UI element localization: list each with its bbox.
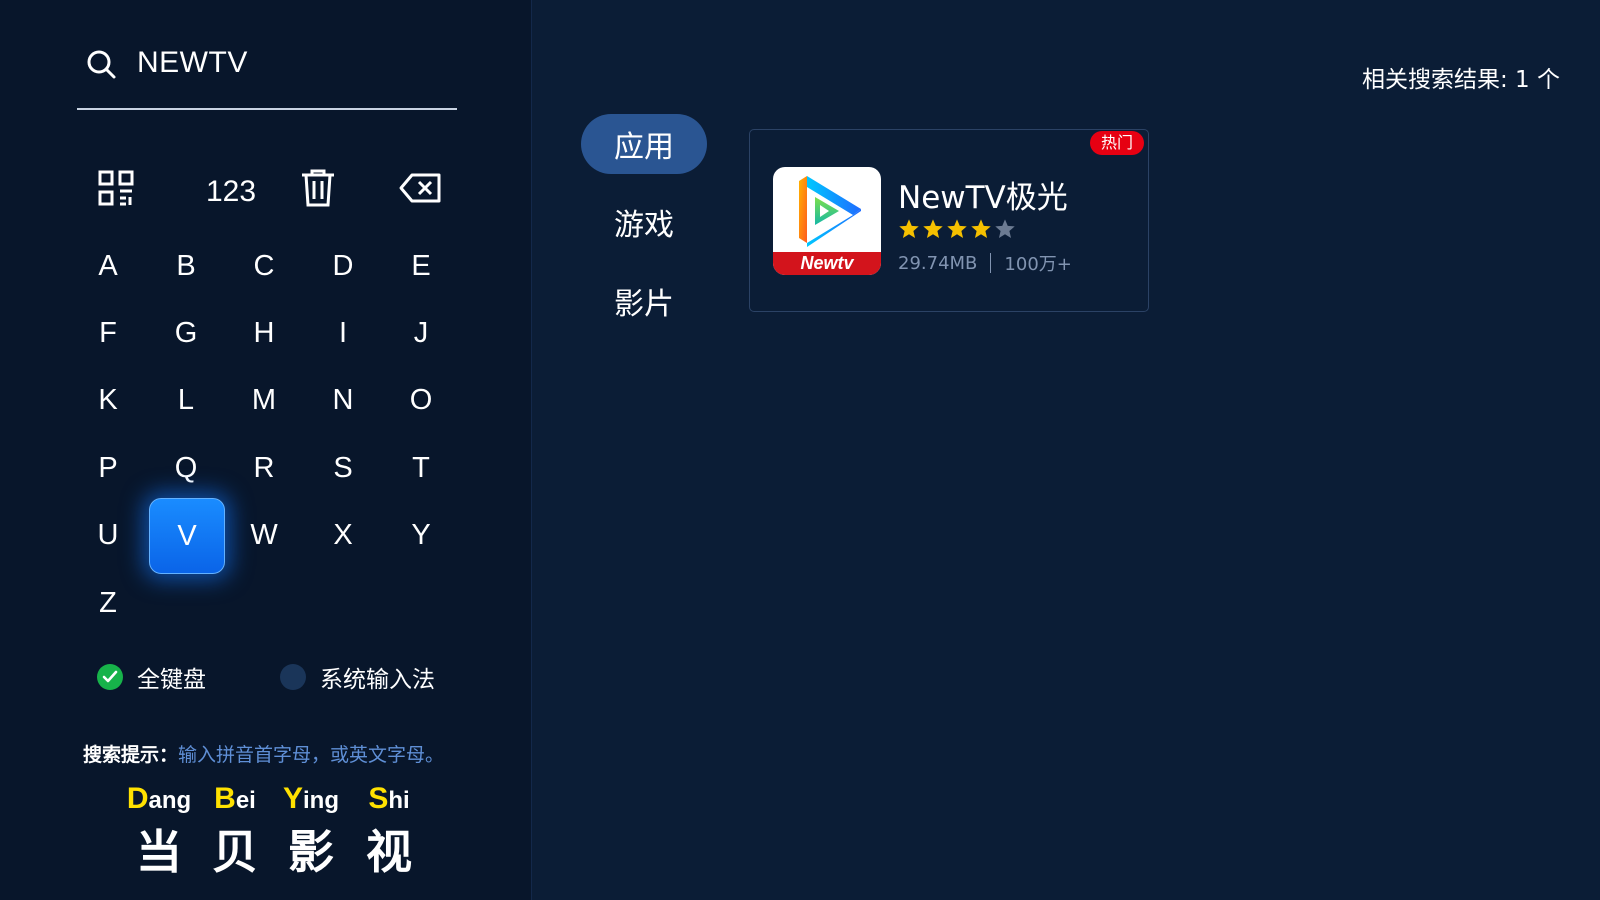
- star-rating: [898, 218, 1016, 240]
- key-t[interactable]: T: [384, 431, 458, 505]
- star-filled-icon: [971, 219, 991, 238]
- tab-games[interactable]: 游戏: [581, 192, 707, 252]
- search-hint: 搜索提示：输入拼音首字母，或英文字母。: [83, 740, 444, 767]
- key-p[interactable]: P: [71, 431, 145, 505]
- search-query: NEWTV: [137, 46, 248, 79]
- key-u[interactable]: U: [71, 498, 145, 572]
- key-j[interactable]: J: [384, 296, 458, 370]
- hot-badge: 热门: [1089, 131, 1144, 155]
- key-y[interactable]: Y: [384, 498, 458, 572]
- key-g[interactable]: G: [149, 296, 223, 370]
- key-a[interactable]: A: [71, 229, 145, 303]
- key-x[interactable]: X: [306, 498, 380, 572]
- unchecked-radio-icon: [280, 664, 306, 690]
- key-q[interactable]: Q: [149, 431, 223, 505]
- tab-apps[interactable]: 应用: [581, 114, 707, 174]
- clear-key[interactable]: [290, 164, 346, 220]
- app-icon: Newtv: [773, 167, 881, 275]
- brand-char-bei: 贝: [212, 825, 258, 879]
- key-s[interactable]: S: [306, 431, 380, 505]
- ime-option-full-keyboard[interactable]: 全键盘: [97, 660, 206, 694]
- app-result-card[interactable]: 热门 Newtv NewTV极光 29.74MB 100万+: [749, 129, 1149, 312]
- app-downloads: 100万+: [1004, 254, 1072, 275]
- qr-code-icon: [98, 170, 134, 214]
- search-hint-label: 搜索提示：: [83, 744, 179, 766]
- brand-pinyin-shi: Shi: [368, 782, 410, 815]
- key-d[interactable]: D: [306, 229, 380, 303]
- backspace-key[interactable]: [392, 164, 448, 220]
- function-key-row: 123: [0, 164, 531, 220]
- ime-option-label: 系统输入法: [320, 667, 435, 693]
- search-field[interactable]: NEWTV: [77, 40, 457, 110]
- key-b[interactable]: B: [149, 229, 223, 303]
- key-k[interactable]: K: [71, 363, 145, 437]
- key-l[interactable]: L: [149, 363, 223, 437]
- backspace-icon: [399, 173, 441, 211]
- tab-label: 游戏: [614, 208, 674, 243]
- key-z[interactable]: Z: [71, 566, 145, 640]
- tab-label: 影片: [614, 287, 674, 322]
- brand-pinyin-dang: Dang: [126, 782, 192, 815]
- key-r[interactable]: R: [227, 431, 301, 505]
- brand-char-ying: 影: [288, 825, 334, 879]
- app-size: 29.74MB: [898, 252, 978, 274]
- brand-pinyin-ying: Ying: [282, 782, 339, 815]
- star-filled-icon: [923, 219, 943, 238]
- app-icon-brand: Newtv: [773, 252, 881, 275]
- key-e[interactable]: E: [384, 229, 458, 303]
- qr-code-key[interactable]: [88, 164, 144, 220]
- star-filled-icon: [947, 219, 967, 238]
- key-n[interactable]: N: [306, 363, 380, 437]
- brand-char-shi: 视: [366, 825, 412, 879]
- key-v[interactable]: V: [149, 498, 225, 574]
- ime-option-system-ime[interactable]: 系统输入法: [280, 660, 435, 694]
- key-w[interactable]: W: [227, 498, 301, 572]
- key-f[interactable]: F: [71, 296, 145, 370]
- checked-radio-icon: [97, 664, 123, 690]
- key-m[interactable]: M: [227, 363, 301, 437]
- numeric-key[interactable]: 123: [189, 164, 273, 220]
- tab-movies[interactable]: 影片: [581, 271, 707, 331]
- brand-logo: Dang Bei Ying Shi 当 贝 影 视: [120, 782, 440, 882]
- key-c[interactable]: C: [227, 229, 301, 303]
- trash-icon: [300, 169, 336, 215]
- brand-char-dang: 当: [136, 825, 182, 879]
- keyboard-panel: NEWTV 123 A B C D E F G H I J K L M N O …: [0, 0, 532, 900]
- numeric-key-label: 123: [205, 175, 257, 208]
- app-name: NewTV极光: [898, 180, 1068, 216]
- star-empty-icon: [995, 219, 1015, 238]
- app-meta: 29.74MB 100万+: [898, 250, 1072, 276]
- brand-pinyin-bei: Bei: [214, 782, 256, 815]
- ime-option-label: 全键盘: [137, 667, 206, 693]
- key-i[interactable]: I: [306, 296, 380, 370]
- result-count: 相关搜索结果: 1 个: [1361, 67, 1560, 93]
- search-hint-text: 输入拼音首字母，或英文字母。: [178, 744, 445, 766]
- meta-divider: [990, 253, 992, 273]
- key-h[interactable]: H: [227, 296, 301, 370]
- key-o[interactable]: O: [384, 363, 458, 437]
- star-filled-icon: [899, 219, 919, 238]
- tab-label: 应用: [614, 130, 674, 165]
- search-icon: [85, 48, 117, 80]
